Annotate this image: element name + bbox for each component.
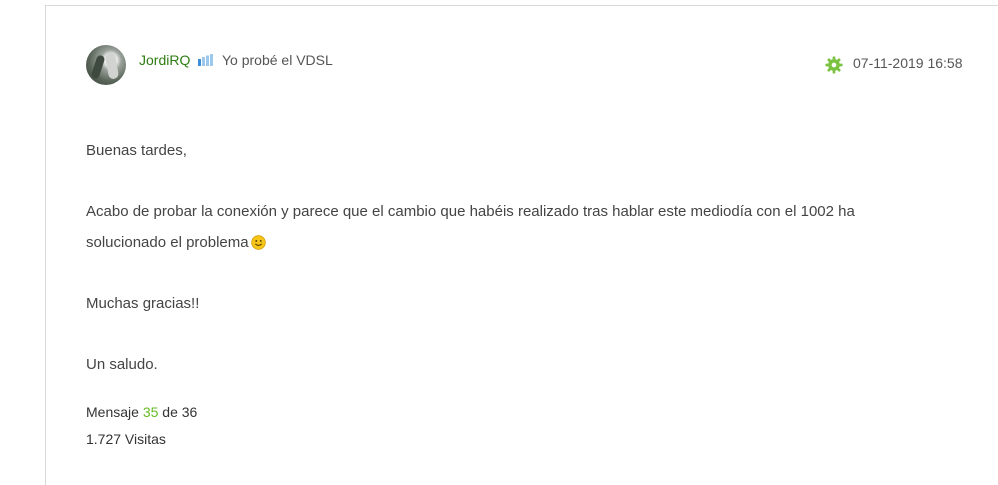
view-count: 1.727 Visitas [86, 431, 166, 447]
post-line-2: solucionado el problema [86, 234, 249, 251]
gear-icon[interactable] [825, 56, 843, 74]
message-prefix: Mensaje [86, 404, 139, 420]
post-timestamp: 07-11-2019 16:58 [853, 55, 963, 71]
post-paragraph-main: Acabo de probar la conexión y parece que… [86, 196, 966, 258]
post-line-1: Acabo de probar la conexión y parece que… [86, 203, 855, 220]
author-username-link[interactable]: JordiRQ [139, 52, 190, 68]
signal-bars-icon [198, 54, 213, 66]
post-paragraph-thanks: Muchas gracias!! [86, 295, 200, 312]
post-paragraph-closing: Un saludo. [86, 356, 158, 373]
message-total: de 36 [162, 404, 198, 420]
avatar[interactable] [86, 45, 126, 85]
smiley-icon [250, 235, 266, 250]
message-number-link[interactable]: 35 [143, 404, 159, 420]
post-paragraph-greeting: Buenas tardes, [86, 142, 187, 159]
message-position: Mensaje 35 de 36 [86, 404, 197, 420]
author-rank: Yo probé el VDSL [222, 52, 333, 68]
